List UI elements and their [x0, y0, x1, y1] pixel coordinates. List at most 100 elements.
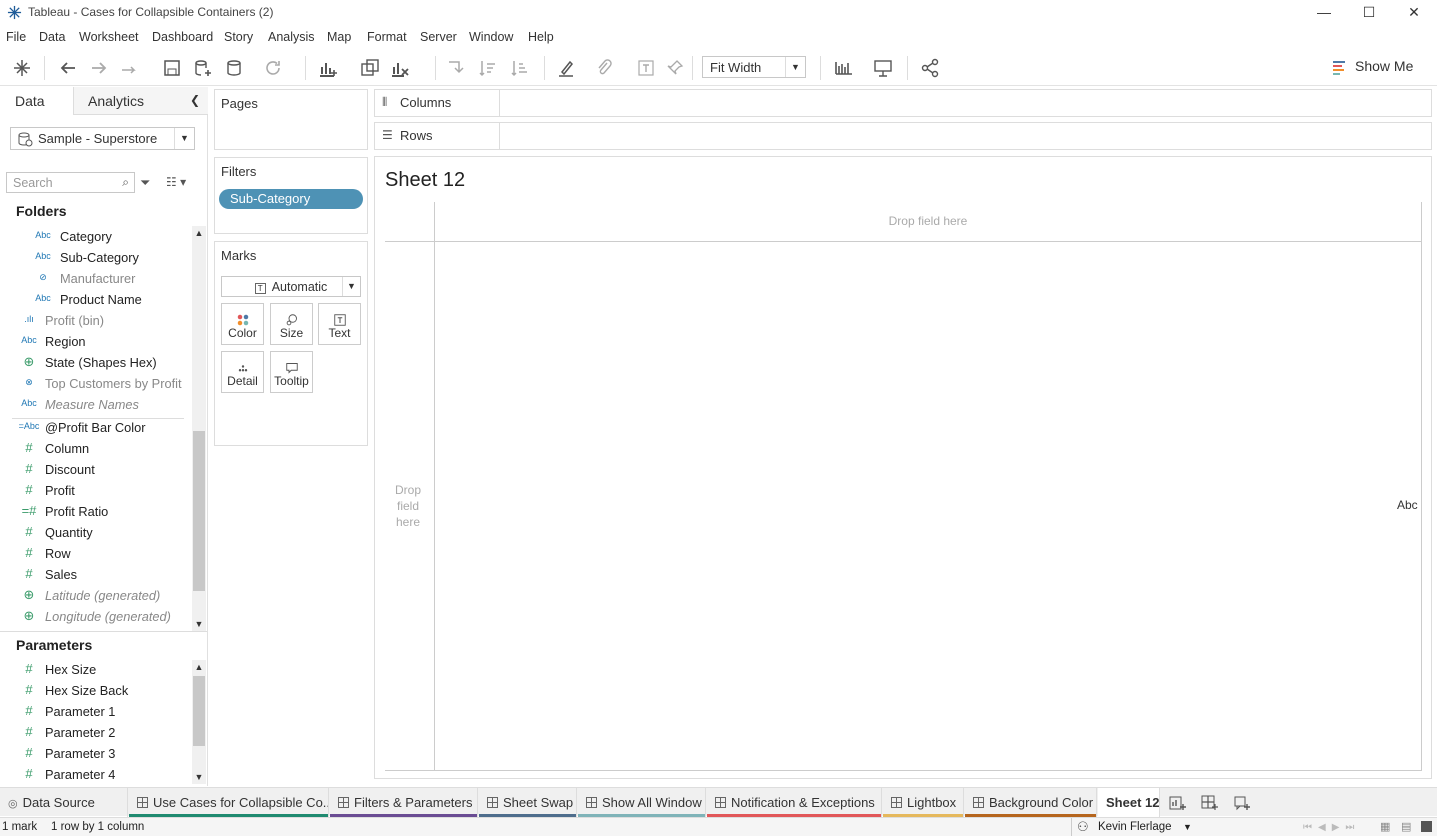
tab-lightbox[interactable]: Lightbox — [883, 788, 964, 817]
tab-use-cases[interactable]: Use Cases for Collapsible Co... — [129, 788, 329, 817]
filter-pill-sub-category[interactable]: Sub-Category — [219, 189, 363, 209]
undo-icon[interactable] — [58, 58, 78, 78]
parameter-list-scrollbar[interactable]: ▲ ▼ — [192, 660, 206, 784]
pages-card[interactable]: Pages — [214, 89, 368, 150]
drop-field-columns[interactable]: Drop field here — [435, 214, 1421, 228]
sort-descending-icon[interactable] — [510, 58, 530, 78]
tableau-home-icon[interactable] — [12, 58, 32, 78]
field-search-input[interactable]: Search ⌕ — [6, 172, 135, 193]
show-me-button[interactable]: Show Me — [1333, 58, 1413, 75]
menu-map[interactable]: Map — [327, 30, 351, 44]
tab-show-all-window[interactable]: Show All Window — [578, 788, 706, 817]
new-worksheet-tab-icon[interactable] — [1169, 794, 1187, 812]
parameter-item[interactable]: # Parameter 2 — [0, 723, 190, 744]
highlight-icon[interactable] — [556, 58, 576, 78]
field-item[interactable]: # Discount — [0, 460, 190, 481]
field-item[interactable]: ⊕ Latitude (generated) — [0, 586, 190, 607]
show-filmstrip-icon[interactable]: ▦ — [1380, 820, 1390, 833]
refresh-icon[interactable] — [263, 58, 283, 78]
sheet-navigation-icons[interactable]: ⏮◀▶⏭ — [1303, 822, 1360, 833]
parameter-item[interactable]: # Parameter 3 — [0, 744, 190, 765]
size-button[interactable]: Size — [270, 303, 313, 345]
show-sheet-sorter-icon[interactable]: ▤ — [1401, 820, 1411, 833]
text-button[interactable]: Text — [318, 303, 361, 345]
menu-file[interactable]: File — [6, 30, 26, 44]
field-item[interactable]: ⊕ State (Shapes Hex) — [0, 353, 190, 374]
parameter-item[interactable]: # Parameter 4 — [0, 765, 190, 786]
clear-sheet-icon[interactable] — [390, 58, 410, 78]
fix-axes-icon[interactable] — [665, 58, 685, 78]
share-icon[interactable] — [920, 58, 940, 78]
field-list-scrollbar[interactable]: ▲ ▼ — [192, 226, 206, 631]
datasource-selector[interactable]: Sample - Superstore ▼ — [10, 127, 195, 150]
collapse-pane-icon[interactable]: ❮ — [190, 93, 200, 107]
parameter-item[interactable]: # Hex Size Back — [0, 681, 190, 702]
menu-analysis[interactable]: Analysis — [268, 30, 315, 44]
menu-worksheet[interactable]: Worksheet — [79, 30, 139, 44]
show-mark-labels-icon[interactable] — [636, 58, 656, 78]
field-item[interactable]: =Abc @Profit Bar Color — [0, 418, 190, 439]
field-item[interactable]: # Column — [0, 439, 190, 460]
color-button[interactable]: Color — [221, 303, 264, 345]
menu-format[interactable]: Format — [367, 30, 407, 44]
tab-analytics[interactable]: Analytics — [88, 93, 144, 109]
field-item[interactable]: Abc Measure Names — [0, 395, 190, 416]
duplicate-sheet-icon[interactable] — [360, 58, 380, 78]
fit-dropdown[interactable]: Fit Width ▼ — [702, 56, 806, 78]
tab-data[interactable]: Data — [0, 87, 74, 115]
mark-text-abc[interactable]: Abc — [1397, 498, 1418, 512]
tab-data-source[interactable]: ◎ Data Source — [0, 788, 128, 817]
view-options-icon[interactable]: ☷ ▾ — [166, 175, 186, 189]
scroll-down-icon[interactable]: ▼ — [192, 770, 206, 784]
parameter-item[interactable]: # Hex Size — [0, 660, 190, 681]
scroll-down-icon[interactable]: ▼ — [192, 617, 206, 631]
field-item[interactable]: # Profit — [0, 481, 190, 502]
sort-ascending-icon[interactable] — [478, 58, 498, 78]
group-members-icon[interactable] — [594, 58, 614, 78]
columns-shelf[interactable]: ⦀ Columns — [374, 89, 1432, 117]
worksheet-view[interactable]: Sheet 12 Drop field here Drop field here… — [374, 156, 1432, 779]
menu-data[interactable]: Data — [39, 30, 65, 44]
new-story-tab-icon[interactable] — [1233, 794, 1251, 812]
menu-dashboard[interactable]: Dashboard — [152, 30, 213, 44]
minimize-button[interactable]: — — [1302, 2, 1346, 24]
new-dashboard-tab-icon[interactable] — [1201, 794, 1219, 812]
menu-server[interactable]: Server — [420, 30, 457, 44]
tooltip-button[interactable]: Tooltip — [270, 351, 313, 393]
save-icon[interactable] — [162, 58, 182, 78]
presentation-mode-icon[interactable] — [873, 58, 893, 78]
drop-field-rows[interactable]: Drop field here — [389, 482, 427, 530]
field-item[interactable]: Abc Region — [0, 332, 190, 353]
redo-more-icon[interactable] — [120, 58, 140, 78]
field-item[interactable]: ⊗ Top Customers by Profit — [0, 374, 190, 395]
pause-updates-icon[interactable] — [225, 58, 245, 78]
mark-type-dropdown[interactable]: T Automatic ▼ — [221, 276, 361, 297]
field-item[interactable]: ⊘ Manufacturer — [0, 269, 190, 290]
swap-rows-columns-icon[interactable] — [445, 58, 465, 78]
field-item[interactable]: =# Profit Ratio — [0, 502, 190, 523]
field-item[interactable]: # Quantity — [0, 523, 190, 544]
tab-filters-parameters[interactable]: Filters & Parameters — [330, 788, 478, 817]
new-datasource-icon[interactable] — [193, 58, 213, 78]
redo-icon[interactable] — [89, 58, 109, 78]
tab-sheet-12[interactable]: Sheet 12 — [1098, 788, 1160, 817]
scroll-up-icon[interactable]: ▲ — [192, 226, 206, 240]
tab-sheet-swap[interactable]: Sheet Swap — [479, 788, 577, 817]
menu-window[interactable]: Window — [469, 30, 513, 44]
scroll-thumb[interactable] — [193, 431, 205, 591]
field-item[interactable]: # Row — [0, 544, 190, 565]
scroll-thumb[interactable] — [193, 676, 205, 746]
detail-button[interactable]: Detail — [221, 351, 264, 393]
user-name[interactable]: Kevin Flerlage — [1098, 821, 1172, 833]
tab-background-color[interactable]: Background Color — [965, 788, 1097, 817]
field-item[interactable]: ⊕ Longitude (generated) — [0, 607, 190, 628]
field-item[interactable]: Abc Product Name — [0, 290, 190, 311]
show-tabs-icon[interactable] — [1421, 821, 1432, 832]
field-item[interactable]: # Sales — [0, 565, 190, 586]
tab-notification-exceptions[interactable]: Notification & Exceptions — [707, 788, 882, 817]
field-item[interactable]: .ılı Profit (bin) — [0, 311, 190, 332]
show-cards-icon[interactable] — [834, 58, 854, 78]
parameter-item[interactable]: # Parameter 1 — [0, 702, 190, 723]
menu-help[interactable]: Help — [528, 30, 554, 44]
new-worksheet-icon[interactable] — [318, 58, 338, 78]
